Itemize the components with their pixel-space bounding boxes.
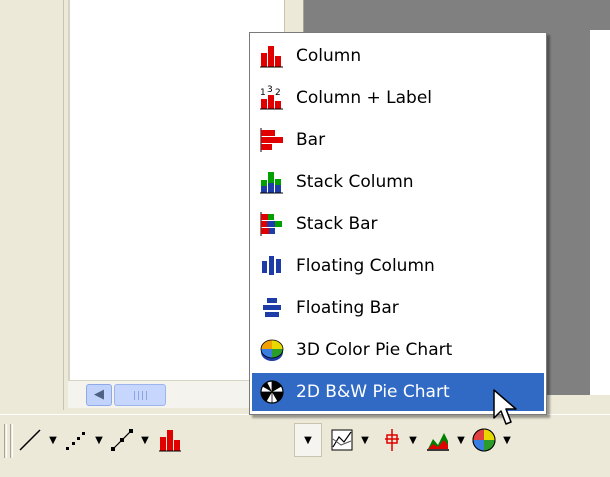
stack-bar-chart-icon <box>258 210 286 238</box>
scatter-chart-icon[interactable] <box>62 423 90 457</box>
menu-item-3d-color-pie-chart[interactable]: 3D Color Pie Chart <box>252 331 544 369</box>
toolbar-grip[interactable] <box>4 424 7 458</box>
scroll-thumb[interactable] <box>114 384 166 406</box>
menu-item-label: Column <box>296 46 362 66</box>
menu-item-label: Stack Bar <box>296 214 378 234</box>
line-points-chart-dropdown-arrow[interactable]: ▼ <box>138 423 152 457</box>
menu-item-label: Stack Column <box>296 172 414 192</box>
mouse-cursor-icon <box>492 388 522 435</box>
hi-lo-chart-dropdown-arrow[interactable]: ▼ <box>406 423 420 457</box>
menu-item-floating-column[interactable]: Floating Column <box>252 247 544 285</box>
chart-type-menu: Column 1 3 2 Column + Label Bar Stack Co… <box>249 32 547 415</box>
menu-item-label: Floating Column <box>296 256 435 276</box>
column-chart-dropdown-arrow[interactable]: ▼ <box>294 423 322 457</box>
menu-item-label: Floating Bar <box>296 298 399 318</box>
line-points-chart-icon[interactable] <box>108 423 136 457</box>
column-label-chart-icon: 1 3 2 <box>258 84 286 112</box>
bar-chart-icon <box>258 126 286 154</box>
floating-column-chart-icon <box>258 252 286 280</box>
area-chart-dropdown-arrow[interactable]: ▼ <box>358 423 372 457</box>
floating-bar-chart-icon <box>258 294 286 322</box>
menu-item-column[interactable]: Column <box>252 37 544 75</box>
column-chart-icon <box>258 42 286 70</box>
menu-item-label: Column + Label <box>296 88 433 108</box>
menu-item-stack-column[interactable]: Stack Column <box>252 163 544 201</box>
mountain-chart-dropdown-arrow[interactable]: ▼ <box>454 423 468 457</box>
svg-text:2: 2 <box>275 88 281 98</box>
menu-item-label: 2D B&W Pie Chart <box>296 382 450 402</box>
scroll-left-button[interactable]: ◀ <box>86 384 112 406</box>
pie-chart-2d-bw-icon <box>258 378 286 406</box>
stack-column-chart-icon <box>258 168 286 196</box>
menu-item-floating-bar[interactable]: Floating Bar <box>252 289 544 327</box>
mountain-chart-icon[interactable] <box>424 423 452 457</box>
menu-item-label: Bar <box>296 130 326 150</box>
line-chart-dropdown-arrow[interactable]: ▼ <box>46 423 60 457</box>
menu-item-label: 3D Color Pie Chart <box>296 340 453 360</box>
scatter-chart-dropdown-arrow[interactable]: ▼ <box>92 423 106 457</box>
area-chart-icon[interactable] <box>328 423 356 457</box>
left-panel <box>0 0 64 410</box>
right-pane-edge <box>590 30 610 395</box>
svg-text:3: 3 <box>267 85 273 95</box>
menu-item-bar[interactable]: Bar <box>252 121 544 159</box>
svg-text:1: 1 <box>260 88 266 98</box>
line-chart-icon[interactable] <box>16 423 44 457</box>
pie-chart-3d-color-icon <box>258 336 286 364</box>
column-chart-icon[interactable] <box>156 423 184 457</box>
menu-item-column-label[interactable]: 1 3 2 Column + Label <box>252 79 544 117</box>
menu-item-stack-bar[interactable]: Stack Bar <box>252 205 544 243</box>
hi-lo-chart-icon[interactable] <box>378 423 406 457</box>
toolbar-grip[interactable] <box>10 424 13 458</box>
